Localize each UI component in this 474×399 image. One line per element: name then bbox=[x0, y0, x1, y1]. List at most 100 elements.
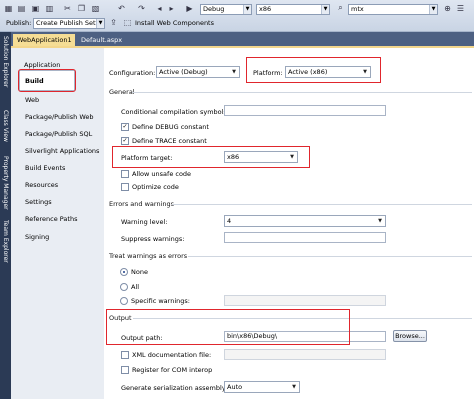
treat-warnings-section-title: Treat warnings as errors bbox=[109, 252, 188, 260]
paste-icon[interactable]: ▧ bbox=[90, 3, 101, 13]
warning-level-value: 4 bbox=[227, 217, 232, 225]
browse-button[interactable]: Browse... bbox=[393, 330, 427, 342]
chevron-down-icon: ▼ bbox=[292, 384, 296, 390]
solution-explorer-tab[interactable]: Solution Explorer bbox=[0, 36, 11, 106]
redo-icon[interactable]: ↷ bbox=[136, 3, 147, 13]
platform-select[interactable]: Active (x86) ▼ bbox=[285, 66, 371, 78]
treat-all-radio[interactable] bbox=[120, 283, 128, 291]
navigate-forward-icon[interactable]: ▸ bbox=[166, 3, 177, 13]
configuration-select[interactable]: Active (Debug) ▼ bbox=[156, 66, 240, 78]
output-path-label: Output path: bbox=[121, 334, 163, 342]
nav-item-package-publish-sql[interactable]: Package/Publish SQL bbox=[25, 130, 92, 138]
cut-icon[interactable]: ✂ bbox=[62, 3, 73, 13]
xml-doc-label: XML documentation file: bbox=[132, 351, 212, 359]
suppress-warnings-label: Suppress warnings: bbox=[121, 235, 185, 243]
treat-all-label: All bbox=[131, 283, 140, 291]
xml-doc-checkbox[interactable] bbox=[121, 351, 129, 359]
nav-item-silverlight-applications[interactable]: Silverlight Applications bbox=[25, 147, 99, 155]
specific-warnings-input[interactable] bbox=[224, 295, 386, 306]
chevron-down-icon: ▼ bbox=[321, 5, 329, 14]
errors-section-title: Errors and warnings bbox=[109, 200, 175, 208]
optimize-label: Optimize code bbox=[132, 183, 179, 191]
open-icon[interactable]: ▤ bbox=[16, 3, 27, 13]
find-value: mtx bbox=[351, 5, 364, 13]
platform-target-label: Platform target: bbox=[121, 154, 173, 162]
nav-item-web[interactable]: Web bbox=[25, 96, 39, 104]
chevron-down-icon: ▼ bbox=[363, 69, 367, 75]
platform-value: Active (x86) bbox=[288, 68, 328, 76]
nav-item-settings[interactable]: Settings bbox=[25, 198, 52, 206]
general-section-title: General bbox=[109, 88, 135, 96]
treat-specific-radio[interactable] bbox=[120, 297, 128, 305]
platform-target-select[interactable]: x86 ▼ bbox=[224, 151, 298, 163]
nav-item-application[interactable]: Application bbox=[24, 61, 60, 69]
errors-separator bbox=[172, 204, 472, 205]
xml-doc-input[interactable] bbox=[224, 349, 386, 360]
output-section-title: Output bbox=[109, 314, 132, 322]
find-combo[interactable]: mtx ▼ bbox=[348, 4, 438, 15]
treat-none-label: None bbox=[131, 268, 148, 276]
solution-platform-combo[interactable]: x86 ▼ bbox=[256, 4, 330, 15]
register-com-label: Register for COM interop bbox=[132, 366, 213, 374]
treat-warnings-separator bbox=[188, 256, 472, 257]
nav-item-build[interactable]: Build bbox=[25, 77, 44, 85]
publish-icon[interactable]: ⇪ bbox=[108, 17, 119, 27]
save-icon[interactable]: ▣ bbox=[30, 3, 41, 13]
define-trace-checkbox[interactable]: ✓ bbox=[121, 137, 129, 145]
start-debugging-icon[interactable]: ▶ bbox=[184, 3, 195, 13]
register-com-checkbox[interactable] bbox=[121, 366, 129, 374]
serialization-select[interactable]: Auto ▼ bbox=[224, 381, 300, 393]
find-icon[interactable]: ⊕ bbox=[442, 3, 453, 13]
nav-item-package-publish-web[interactable]: Package/Publish Web bbox=[25, 113, 94, 121]
save-all-icon[interactable]: ▥ bbox=[44, 3, 55, 13]
nav-item-signing[interactable]: Signing bbox=[25, 233, 49, 241]
chevron-down-icon: ▼ bbox=[378, 218, 382, 224]
team-explorer-tab[interactable]: Team Explorer bbox=[0, 220, 11, 272]
serialization-value: Auto bbox=[227, 383, 243, 391]
allow-unsafe-label: Allow unsafe code bbox=[132, 170, 192, 178]
navigate-back-icon[interactable]: ◂ bbox=[154, 3, 165, 13]
conditional-symbols-input[interactable] bbox=[224, 105, 386, 116]
tab-webapplication1[interactable]: WebApplication1 bbox=[13, 34, 75, 46]
chevron-down-icon: ▼ bbox=[290, 154, 294, 160]
class-view-tab[interactable]: Class View bbox=[0, 110, 11, 152]
solution-platform-value: x86 bbox=[259, 5, 272, 13]
general-separator bbox=[132, 92, 472, 93]
new-project-icon[interactable]: ▦ bbox=[3, 3, 14, 13]
chevron-down-icon: ▼ bbox=[429, 5, 437, 14]
define-trace-label: Define TRACE constant bbox=[132, 137, 207, 145]
document-tab-bar: WebApplication1 Default.aspx bbox=[11, 32, 474, 46]
optimize-checkbox[interactable] bbox=[121, 183, 129, 191]
property-manager-tab[interactable]: Property Manager bbox=[0, 156, 11, 216]
solution-configuration-value: Debug bbox=[203, 5, 225, 13]
conditional-symbols-label: Conditional compilation symbols: bbox=[121, 108, 230, 116]
treat-specific-label: Specific warnings: bbox=[131, 297, 190, 305]
nav-item-resources[interactable]: Resources bbox=[25, 181, 58, 189]
chevron-down-icon: ▼ bbox=[232, 69, 236, 75]
platform-label: Platform: bbox=[253, 69, 283, 77]
define-debug-checkbox[interactable]: ✓ bbox=[121, 123, 129, 131]
properties-icon[interactable]: ☰ bbox=[455, 3, 466, 13]
warning-level-select[interactable]: 4 ▼ bbox=[224, 215, 386, 227]
treat-none-radio[interactable] bbox=[120, 268, 128, 276]
allow-unsafe-checkbox[interactable] bbox=[121, 170, 129, 178]
publish-settings-value: Create Publish Settings bbox=[36, 19, 105, 27]
nav-item-build-events[interactable]: Build Events bbox=[25, 164, 65, 172]
suppress-warnings-input[interactable] bbox=[224, 232, 386, 243]
chevron-down-icon: ▼ bbox=[243, 5, 251, 14]
chevron-down-icon: ▼ bbox=[96, 19, 104, 28]
install-web-components-icon[interactable]: ⬚ bbox=[122, 17, 133, 27]
publish-settings-combo[interactable]: Create Publish Settings ▼ bbox=[33, 18, 105, 29]
nav-item-reference-paths[interactable]: Reference Paths bbox=[25, 215, 77, 223]
find-in-files-icon[interactable]: ⌕ bbox=[335, 3, 346, 13]
solution-configuration-combo[interactable]: Debug ▼ bbox=[200, 4, 252, 15]
output-separator bbox=[133, 318, 472, 319]
configuration-label: Configuration: bbox=[109, 69, 156, 77]
copy-icon[interactable]: ❐ bbox=[76, 3, 87, 13]
publish-label: Publish: bbox=[6, 19, 32, 27]
undo-icon[interactable]: ↶ bbox=[116, 3, 127, 13]
side-tool-window-bar: Solution Explorer Class View Property Ma… bbox=[0, 32, 11, 399]
tab-default-aspx[interactable]: Default.aspx bbox=[77, 34, 126, 46]
output-path-input[interactable]: bin\x86\Debug\ bbox=[224, 331, 386, 342]
install-web-components-button[interactable]: Install Web Components bbox=[135, 19, 214, 27]
